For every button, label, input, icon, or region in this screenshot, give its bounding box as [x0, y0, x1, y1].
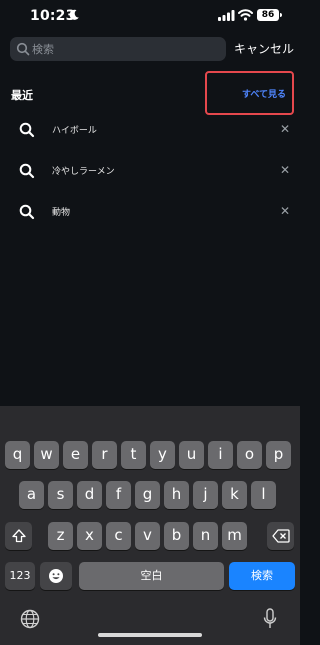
- key-i[interactable]: i: [208, 441, 233, 469]
- key-s[interactable]: s: [48, 481, 73, 509]
- shift-key[interactable]: [5, 522, 32, 550]
- search-icon: [19, 122, 35, 138]
- numbers-key[interactable]: 123: [5, 562, 35, 590]
- history-label: ハイボール: [52, 126, 97, 136]
- key-u[interactable]: u: [179, 441, 204, 469]
- key-k[interactable]: k: [222, 481, 247, 509]
- mic-icon[interactable]: [263, 608, 277, 630]
- history-label: 冷やしラーメン: [52, 167, 115, 177]
- search-icon: [19, 204, 35, 220]
- key-n[interactable]: n: [193, 522, 218, 550]
- key-g[interactable]: g: [135, 481, 160, 509]
- battery-cap: [280, 13, 282, 17]
- close-icon[interactable]: ✕: [280, 164, 290, 176]
- key-a[interactable]: a: [19, 481, 44, 509]
- shift-icon: [11, 529, 26, 543]
- search-input[interactable]: [32, 39, 218, 59]
- key-q[interactable]: q: [5, 441, 30, 469]
- key-h[interactable]: h: [164, 481, 189, 509]
- key-w[interactable]: w: [34, 441, 59, 469]
- key-x[interactable]: x: [77, 522, 102, 550]
- close-icon[interactable]: ✕: [280, 205, 290, 217]
- history-label: 動物: [52, 208, 71, 218]
- key-j[interactable]: j: [193, 481, 218, 509]
- emoji-icon: [49, 569, 63, 583]
- battery-indicator: 86: [257, 9, 279, 21]
- list-item[interactable]: 冷やしラーメン ✕: [0, 153, 300, 193]
- keyboard: q w e r t y u i o p a s d f g h j k l z …: [0, 406, 300, 645]
- search-key[interactable]: 検索: [229, 562, 295, 590]
- cancel-button[interactable]: キャンセル: [234, 40, 294, 57]
- key-c[interactable]: c: [106, 522, 131, 550]
- key-o[interactable]: o: [237, 441, 262, 469]
- key-r[interactable]: r: [92, 441, 117, 469]
- key-t[interactable]: t: [121, 441, 146, 469]
- see-all-highlight: すべて見る: [205, 71, 294, 115]
- key-b[interactable]: b: [164, 522, 189, 550]
- key-v[interactable]: v: [135, 522, 160, 550]
- key-m[interactable]: m: [222, 522, 247, 550]
- emoji-key[interactable]: [40, 562, 72, 590]
- key-f[interactable]: f: [106, 481, 131, 509]
- backspace-icon: [271, 529, 290, 543]
- wifi-icon: [238, 9, 253, 21]
- close-icon[interactable]: ✕: [280, 123, 290, 135]
- status-bar: 10:23 86: [0, 0, 300, 34]
- search-icon: [16, 42, 30, 56]
- key-y[interactable]: y: [150, 441, 175, 469]
- key-z[interactable]: z: [48, 522, 73, 550]
- list-item[interactable]: ハイボール ✕: [0, 112, 300, 152]
- globe-icon[interactable]: [20, 609, 40, 629]
- space-key[interactable]: 空白: [79, 562, 224, 590]
- key-e[interactable]: e: [63, 441, 88, 469]
- recent-section-title: 最近: [11, 89, 33, 102]
- list-item[interactable]: 動物 ✕: [0, 194, 300, 234]
- see-all-button[interactable]: すべて見る: [242, 87, 286, 100]
- key-d[interactable]: d: [77, 481, 102, 509]
- signal-icon: [218, 10, 235, 21]
- home-indicator: [98, 633, 202, 637]
- key-p[interactable]: p: [266, 441, 291, 469]
- moon-icon: [69, 9, 79, 20]
- backspace-key[interactable]: [267, 522, 294, 550]
- key-l[interactable]: l: [251, 481, 276, 509]
- search-box[interactable]: [10, 37, 226, 61]
- search-icon: [19, 163, 35, 179]
